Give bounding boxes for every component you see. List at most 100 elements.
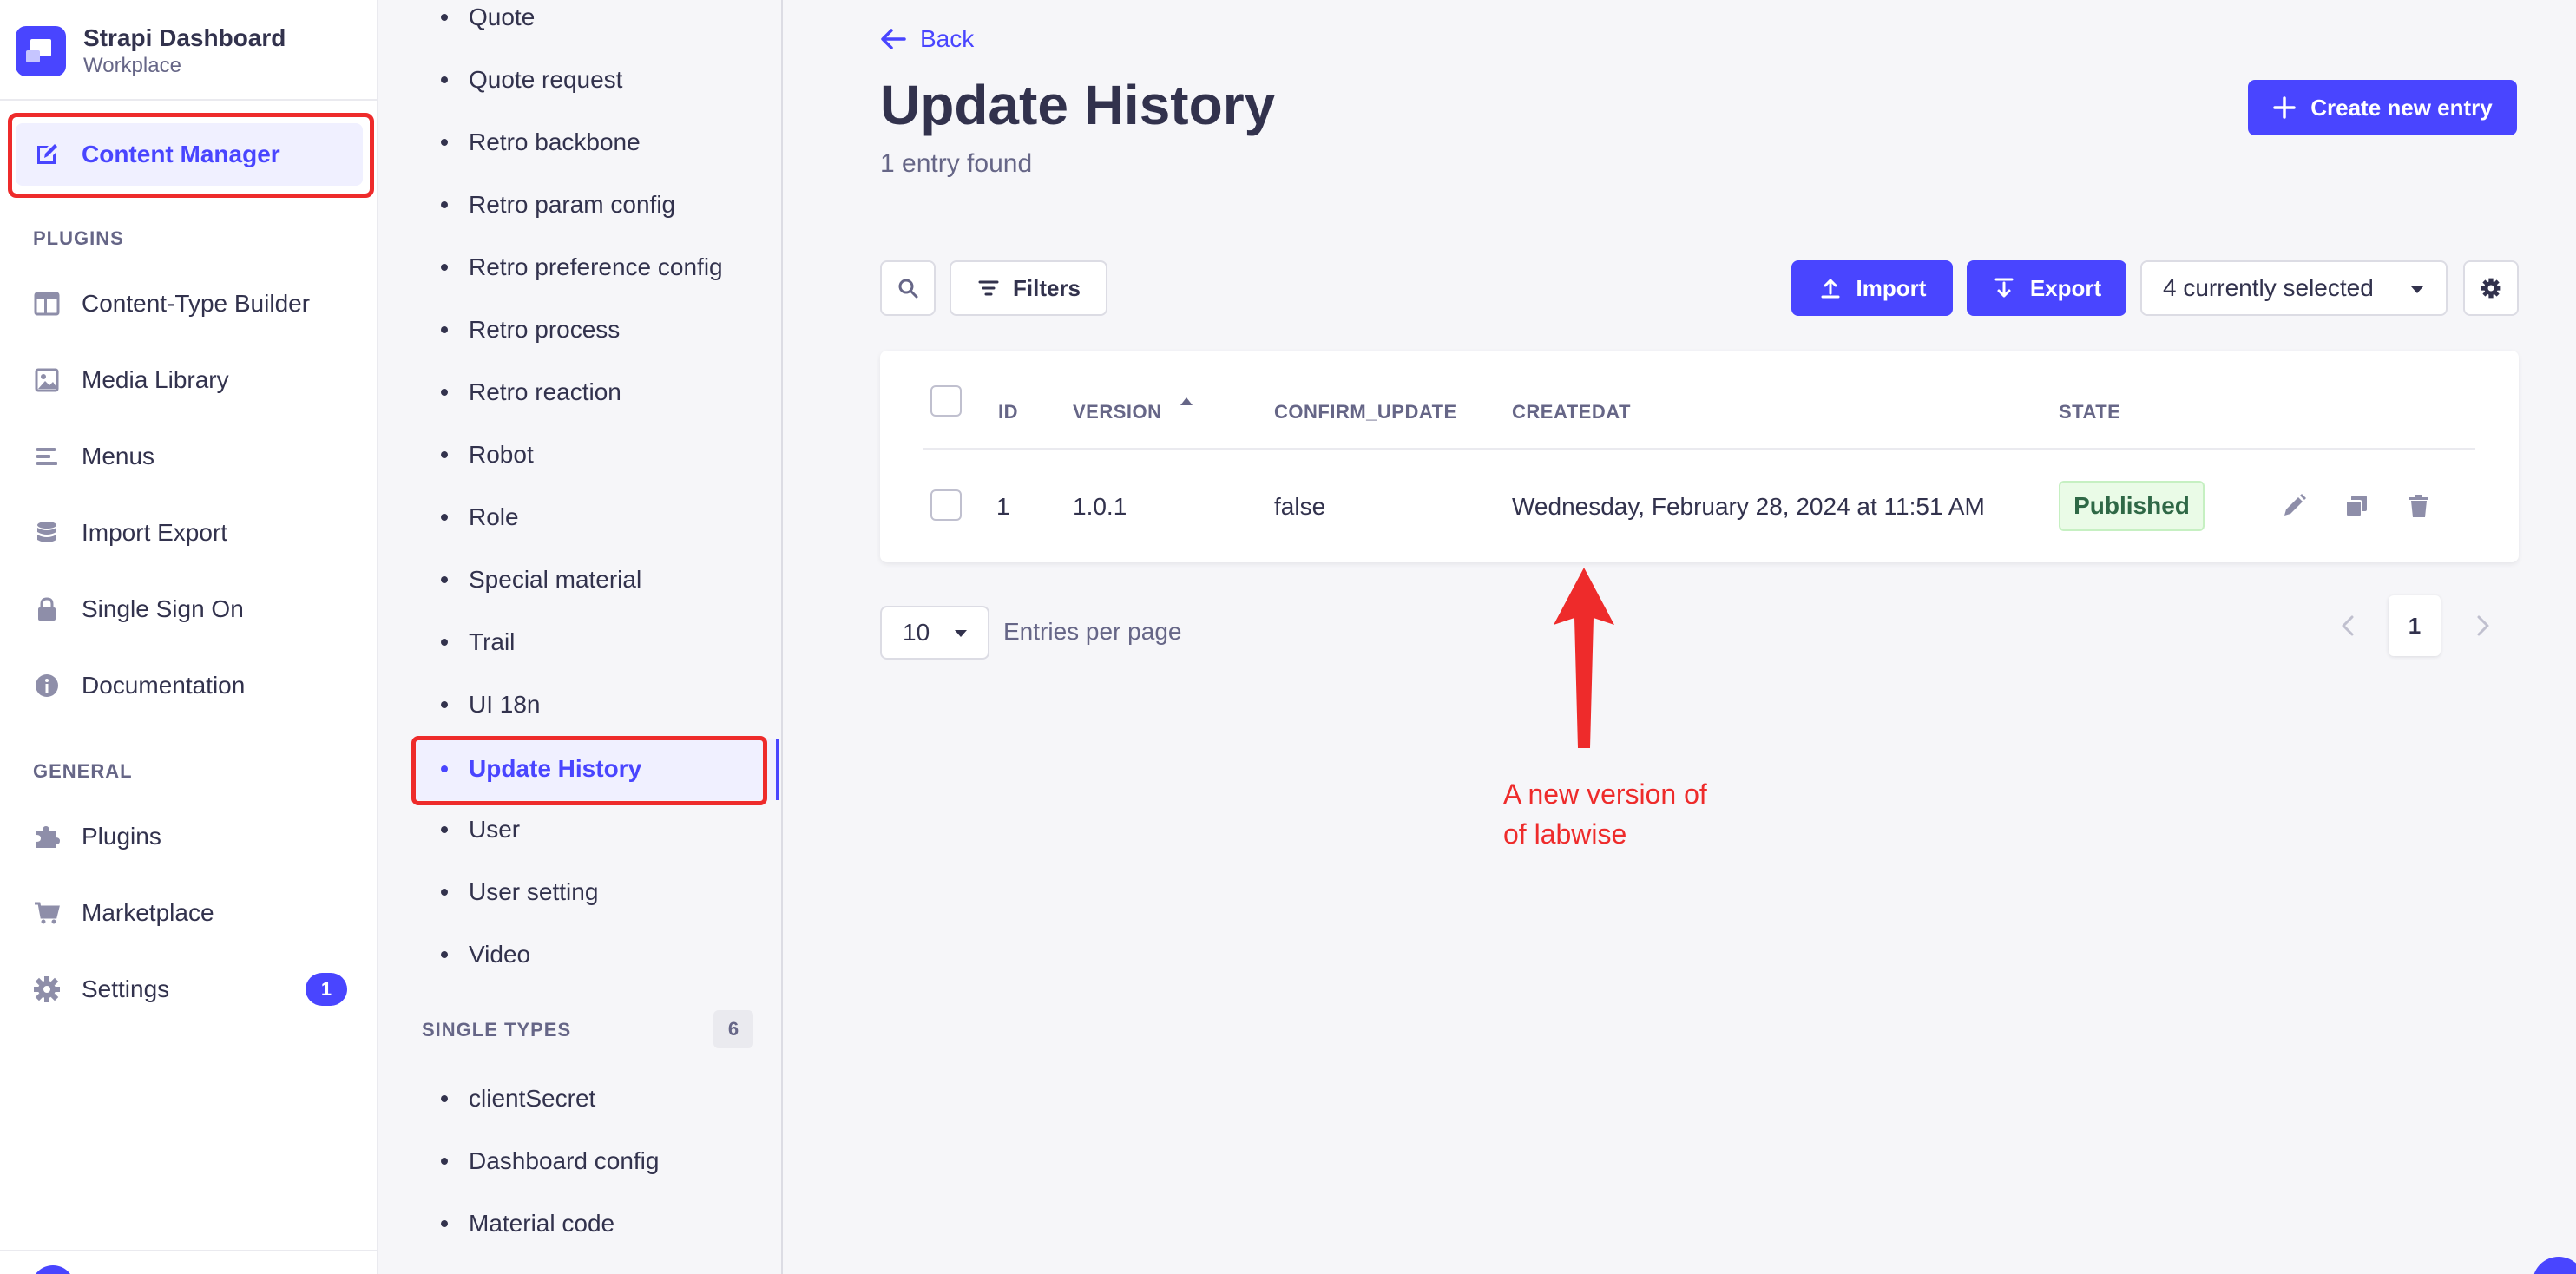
image-icon [31,364,62,396]
download-icon [1994,278,2014,298]
per-page-value: 10 [903,619,930,646]
single-type-label: clientSecret [469,1085,596,1112]
previous-page-button[interactable] [2323,595,2375,656]
status-badge: Published [2059,481,2205,531]
search-icon [898,279,918,299]
avatar[interactable] [31,1265,75,1274]
single-type-item[interactable]: Dashboard config [441,1135,659,1187]
back-link[interactable]: Back [878,24,974,54]
collection-item[interactable]: User [441,804,520,856]
nav-item-import-export[interactable]: Import Export [16,502,363,564]
collection-item[interactable]: User setting [441,866,598,918]
next-page-button[interactable] [2456,595,2508,656]
filters-button[interactable]: Filters [950,260,1107,316]
collection-item-label: Video [469,941,531,968]
nav-item-single-sign-on[interactable]: Single Sign On [16,578,363,640]
single-type-item[interactable]: Material code [441,1198,614,1250]
trash-icon[interactable] [2404,491,2434,521]
nav-item-documentation[interactable]: Documentation [16,654,363,717]
sort-ascending-icon[interactable] [1180,397,1193,405]
search-button[interactable] [880,260,936,316]
main-nav: Strapi Dashboard Workplace Content Manag… [0,0,378,1274]
nav-item-label: Content-Type Builder [82,290,311,317]
single-type-item[interactable]: clientSecret [441,1073,595,1125]
columns-select[interactable]: 4 currently selected [2140,260,2448,316]
collection-item-label: User [469,816,521,843]
import-button[interactable]: Import [1791,260,1953,316]
cart-icon [31,897,62,929]
collection-item[interactable]: Quote [441,0,535,43]
cell-createdat: Wednesday, February 28, 2024 at 11:51 AM [1512,493,1985,520]
back-label: Back [920,25,975,52]
annotation-line-2: of labwise [1503,818,1627,850]
nav-item-plugins[interactable]: Plugins [16,805,363,868]
create-new-entry-button[interactable]: Create new entry [2248,80,2517,135]
entries-table [880,351,2519,562]
bullet-icon [441,14,448,21]
bullet-icon [441,139,448,146]
column-header-createdat[interactable]: CREATEDAT [1512,401,1631,424]
single-type-label: Dashboard config [469,1147,660,1174]
collection-item[interactable]: Video [441,929,530,981]
collection-item[interactable]: UI 18n [441,679,541,731]
bullet-icon [441,389,448,396]
collection-item[interactable]: Role [441,491,519,543]
edit-icon[interactable] [2279,491,2309,521]
collection-item[interactable]: Quote request [441,54,622,106]
bullet-icon [441,451,448,458]
settings-button[interactable] [2463,260,2519,316]
filters-label: Filters [1012,274,1081,301]
collection-item[interactable]: Retro backbone [441,116,641,168]
nav-item-label: Menus [82,443,155,470]
help-button[interactable] [2533,1257,2576,1274]
bullet-icon [441,264,448,271]
row-checkbox[interactable] [930,489,962,521]
collection-item[interactable]: Retro preference config [441,241,723,293]
bullet-icon [441,889,448,896]
duplicate-icon[interactable] [2342,491,2371,521]
nav-item-menus[interactable]: Menus [16,425,363,488]
entries-per-page-label: Entries per page [1003,618,1182,645]
bullet-icon [441,1095,448,1102]
lock-icon [31,594,62,625]
nav-item-content-type-builder[interactable]: Content-Type Builder [16,273,363,335]
export-button[interactable]: Export [1967,260,2126,316]
column-header-state: STATE [2059,401,2121,423]
cell-confirm-update: false [1274,493,1326,520]
collection-item[interactable]: Robot [441,429,534,481]
column-header-version[interactable]: VERSION [1073,401,1162,424]
annotation-arrow [1554,568,1614,748]
nav-item-marketplace[interactable]: Marketplace [16,882,363,944]
collection-item-label: Retro process [469,316,621,343]
chevron-right-icon [2477,615,2489,636]
select-all-checkbox[interactable] [930,385,962,417]
brand-name: Strapi Dashboard [83,24,286,51]
caret-down-icon [2411,286,2423,293]
column-header-id[interactable]: ID [998,401,1018,424]
nav-item-media-library[interactable]: Media Library [16,349,363,411]
collection-item-label: Retro param config [469,191,676,218]
entries-per-page-select[interactable]: 10 [880,606,989,660]
collection-item-label: User setting [469,878,599,905]
column-header-confirm-update[interactable]: CONFIRM_UPDATE [1274,401,1457,424]
collection-item[interactable]: Retro reaction [441,366,621,418]
bullet-icon [441,576,448,583]
collection-item[interactable]: Retro param config [441,179,675,231]
collection-item[interactable]: Special material [441,554,641,606]
collection-item[interactable]: Retro process [441,304,620,356]
nav-item-label: Settings [82,975,170,1002]
content-manager-highlight-box [8,113,374,198]
collection-item[interactable]: Trail [441,616,515,668]
bullet-icon [441,76,448,83]
nav-item-settings[interactable]: Settings 1 [16,958,363,1021]
annotation-text: A new version of of labwise [1503,774,1707,854]
gear-icon [31,974,62,1005]
plugins-section-title: PLUGINS [33,227,124,249]
collection-item-label: Trail [469,628,516,655]
plus-icon [2273,96,2296,119]
page-button-1[interactable]: 1 [2389,595,2441,656]
collection-item-label: Retro preference config [469,253,723,280]
caret-down-icon [955,630,967,637]
bullet-icon [441,951,448,958]
nav-divider [0,99,378,101]
